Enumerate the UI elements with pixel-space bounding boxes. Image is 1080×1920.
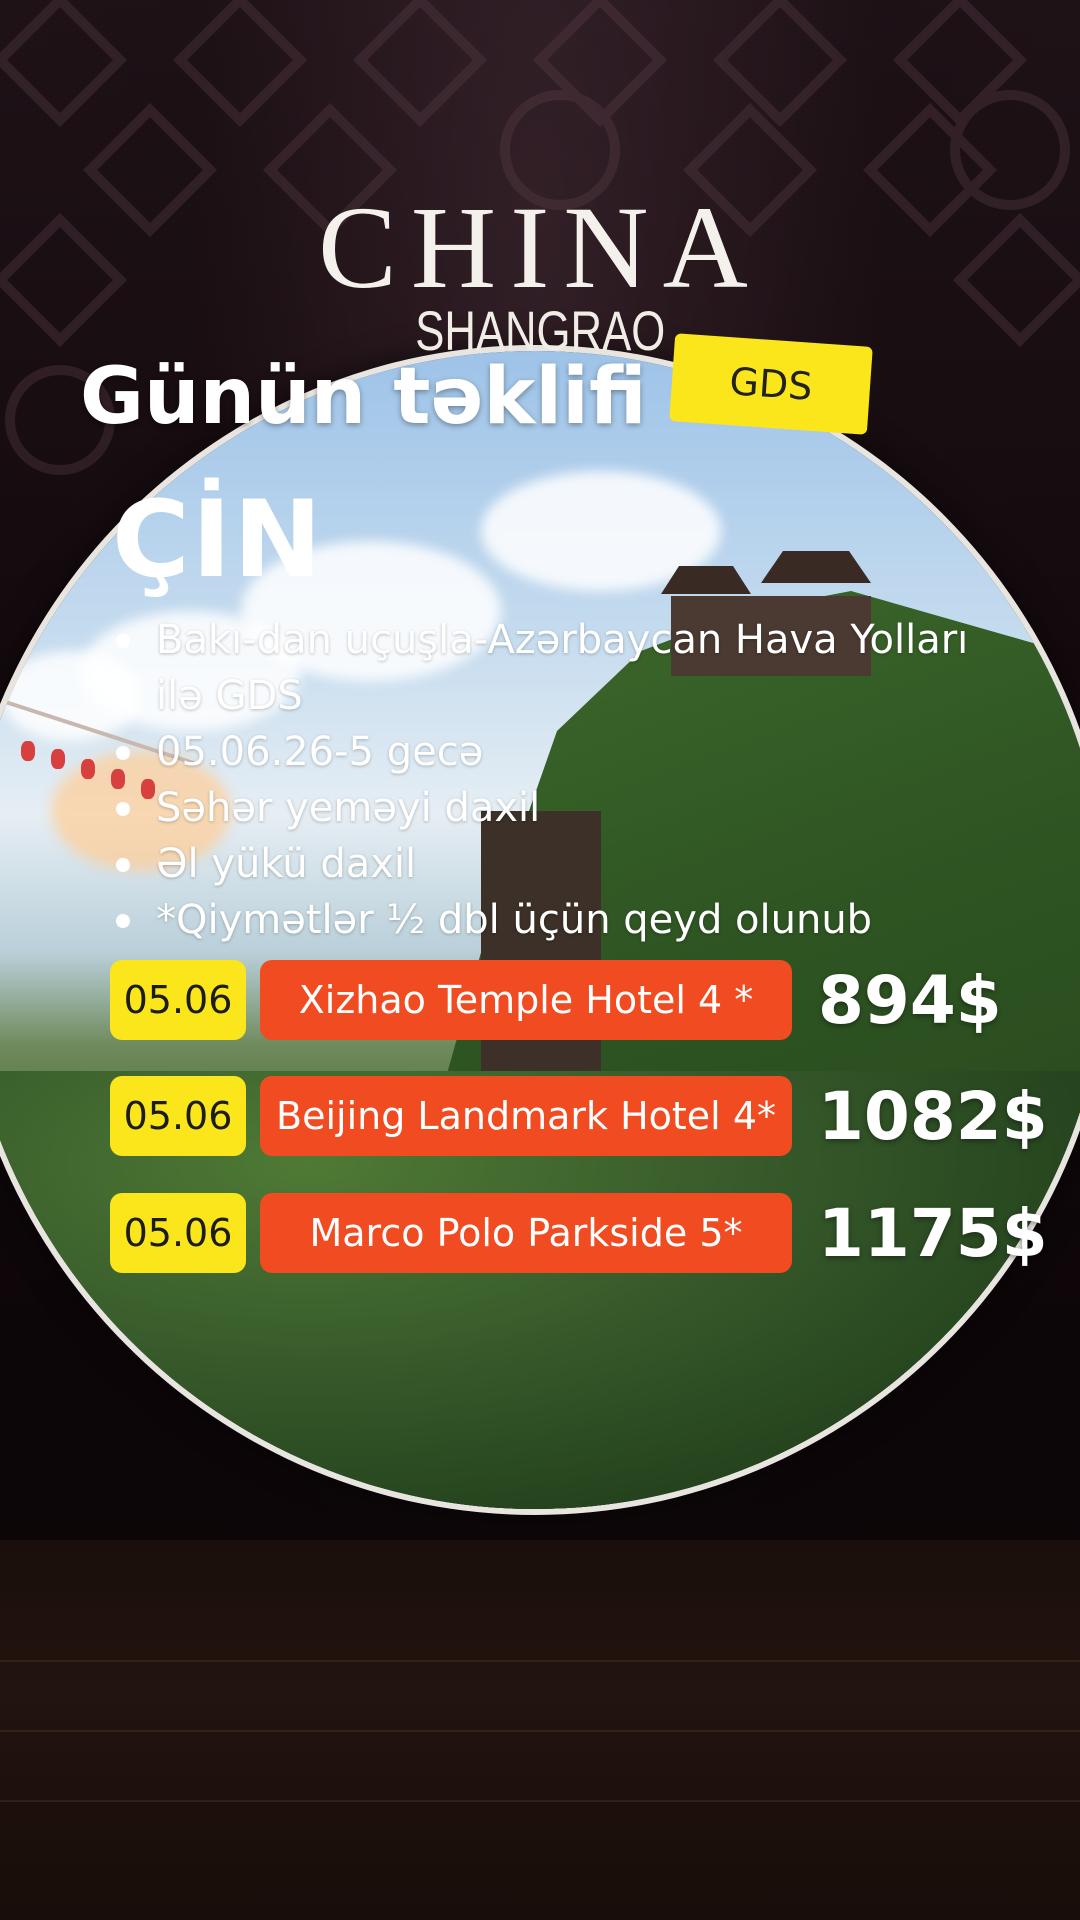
offer-details-list: Bakı-dan uçuşla-Azərbaycan Hava Yolları … xyxy=(112,612,1012,948)
detail-item-flight: Bakı-dan uçuşla-Azərbaycan Hava Yolları … xyxy=(112,612,1012,724)
price: 894$ xyxy=(818,961,1002,1039)
detail-item-breakfast: Səhər yeməyi daxil xyxy=(112,780,1012,836)
offer-row[interactable]: 05.06 Xizhao Temple Hotel 4 * 894$ xyxy=(110,960,1010,1042)
country-title: ÇİN xyxy=(112,478,324,601)
wooden-floor xyxy=(0,1540,1080,1920)
brand-title: CHINA xyxy=(318,182,762,313)
offer-row[interactable]: 05.06 Marco Polo Parkside 5* 1175$ xyxy=(110,1193,1048,1275)
hotel-name[interactable]: Xizhao Temple Hotel 4 * xyxy=(260,960,792,1040)
gds-tag: GDS xyxy=(669,333,873,435)
price: 1082$ xyxy=(818,1077,1048,1155)
hotel-name[interactable]: Beijing Landmark Hotel 4* xyxy=(260,1076,792,1156)
detail-item-dates: 05.06.26-5 gecə xyxy=(112,724,1012,780)
detail-item-note: *Qiymətlər ½ dbl üçün qeyd olunub xyxy=(112,892,1012,948)
date-chip: 05.06 xyxy=(110,1076,246,1156)
price: 1175$ xyxy=(818,1194,1048,1272)
hotel-name[interactable]: Marco Polo Parkside 5* xyxy=(260,1193,792,1273)
date-chip: 05.06 xyxy=(110,1193,246,1273)
date-chip: 05.06 xyxy=(110,960,246,1040)
detail-item-luggage: Əl yükü daxil xyxy=(112,836,1012,892)
offer-headline: Günün təklifi xyxy=(80,352,647,442)
offer-row[interactable]: 05.06 Beijing Landmark Hotel 4* 1082$ xyxy=(110,1076,1048,1158)
